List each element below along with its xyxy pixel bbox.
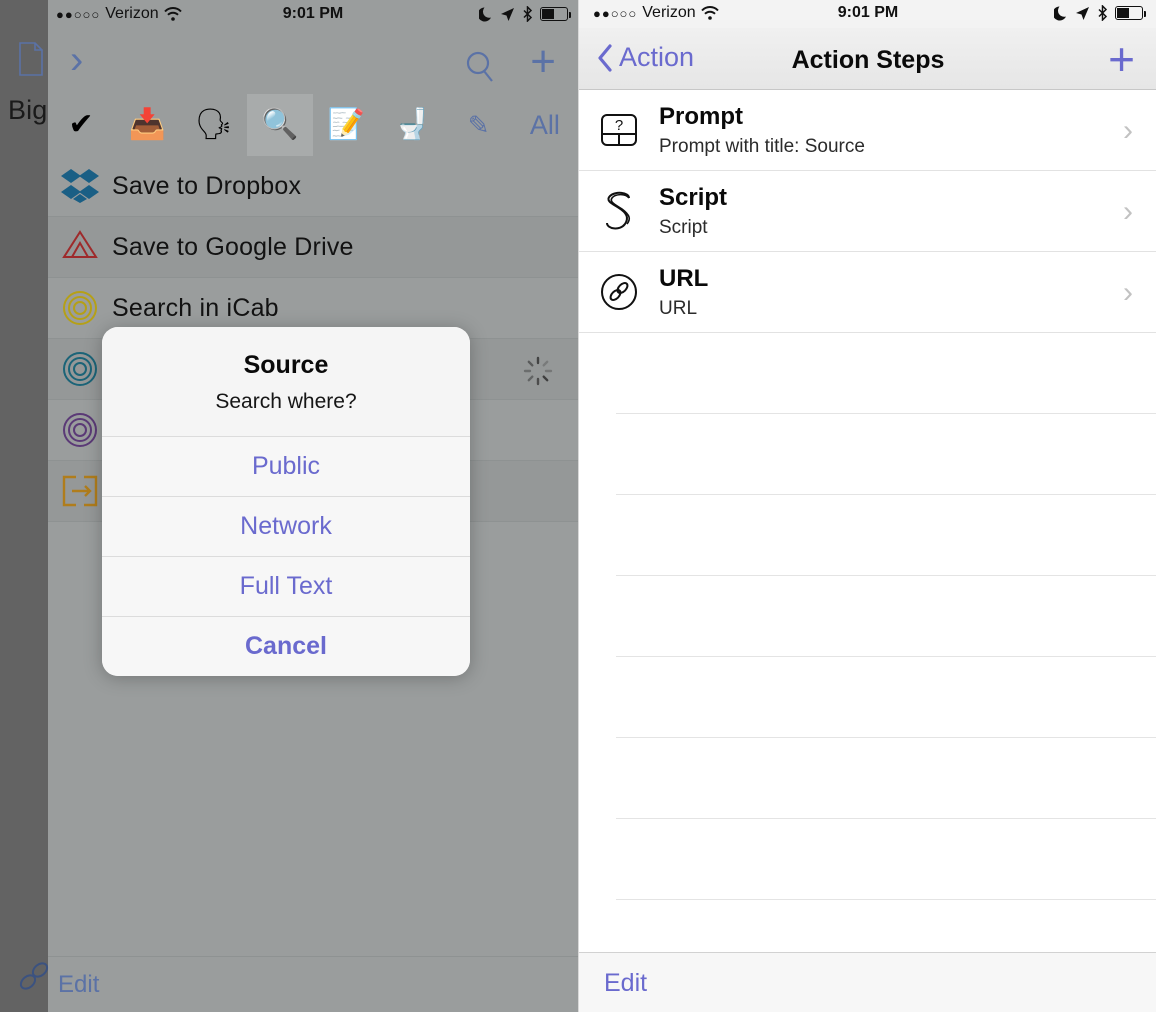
list-item-subtitle: URL	[659, 297, 698, 319]
list-item-title: URL	[659, 264, 709, 292]
source-alert-dialog: Source Search where? Public Network Full…	[102, 327, 470, 676]
list-item-title: Script	[659, 183, 728, 211]
list-item-text: URL URL	[659, 265, 708, 320]
tab-search[interactable]: 🔍	[246, 94, 313, 156]
memo-icon: 📝	[327, 108, 365, 141]
bluetooth-icon	[523, 6, 533, 22]
inbox-tray-icon: 📥	[128, 108, 167, 141]
list-item[interactable]: Script Script ›	[579, 171, 1156, 252]
chevron-right-icon: ›	[1123, 114, 1133, 147]
left-phone-screen: Big ●●○○○ Verizon 9:01 PM › + ✔ 📥 🗣 🔍 📝 …	[0, 0, 578, 1012]
svg-text:?: ?	[615, 117, 623, 134]
action-steps-list: ? Prompt Prompt with title: Source › Scr…	[579, 90, 1156, 981]
alert-button-full-text[interactable]: Full Text	[102, 556, 470, 616]
right-edit-toolbar: Edit	[579, 952, 1156, 1012]
activity-spinner-icon	[523, 356, 553, 386]
tab-speaking-head[interactable]: 🗣	[181, 94, 247, 156]
list-item-text: Prompt Prompt with title: Source	[659, 103, 865, 158]
alert-button-cancel[interactable]: Cancel	[102, 616, 470, 676]
location-arrow-icon	[1076, 6, 1089, 20]
alert-button-public[interactable]: Public	[102, 436, 470, 496]
battery-icon	[1115, 6, 1146, 20]
link-icon	[19, 962, 49, 990]
chevron-right-icon[interactable]: ›	[70, 40, 83, 80]
url-link-icon	[593, 266, 645, 318]
toilet-icon: 🚽	[393, 108, 432, 141]
master-title: Big	[8, 95, 48, 125]
left-status-icons	[479, 6, 571, 22]
empty-row	[616, 657, 1156, 738]
list-item-label: Save to Dropbox	[112, 171, 302, 200]
list-item-title: Prompt	[659, 102, 743, 130]
tab-pencil[interactable]: ✎	[446, 94, 512, 156]
alert-title: Source	[243, 351, 329, 379]
tab-all-label: All	[529, 109, 560, 140]
list-item-subtitle: Script	[659, 216, 708, 238]
edit-button[interactable]: Edit	[604, 969, 647, 998]
chevron-right-icon: ›	[1123, 195, 1133, 228]
left-nav-bar: › +	[48, 28, 578, 94]
list-item-label: Search in iCab	[112, 293, 279, 322]
empty-row	[616, 576, 1156, 657]
plus-icon[interactable]: +	[530, 40, 556, 84]
left-edit-toolbar: Edit	[48, 956, 578, 1012]
pencil-icon: ✎	[467, 110, 490, 140]
list-item-text: Script Script	[659, 184, 727, 239]
empty-row	[616, 414, 1156, 495]
speaking-head-icon: 🗣	[194, 108, 233, 141]
alert-header: Source Search where?	[102, 327, 470, 436]
right-nav-bar: Action Action Steps +	[579, 28, 1156, 90]
edit-button[interactable]: Edit	[58, 971, 99, 999]
battery-icon	[540, 7, 571, 21]
magnifier-icon: 🔍	[261, 108, 299, 141]
page-title: Action Steps	[791, 46, 945, 74]
list-item[interactable]: URL URL ›	[579, 252, 1156, 333]
list-item-subtitle: Prompt with title: Source	[659, 135, 865, 157]
empty-row	[616, 738, 1156, 819]
tab-toilet[interactable]: 🚽	[379, 94, 445, 156]
alert-button-network[interactable]: Network	[102, 496, 470, 556]
list-item[interactable]: ? Prompt Prompt with title: Source ›	[579, 90, 1156, 171]
prompt-icon: ?	[593, 104, 645, 156]
tab-all[interactable]: All	[512, 94, 578, 156]
chevron-right-icon: ›	[1123, 276, 1133, 309]
empty-row	[616, 819, 1156, 900]
google-drive-icon	[48, 230, 112, 264]
left-tab-bar: ✔ 📥 🗣 🔍 📝 🚽 ✎ All	[48, 94, 578, 156]
plus-icon[interactable]: +	[1108, 36, 1135, 82]
location-arrow-icon	[501, 7, 514, 21]
right-status-icons	[1054, 5, 1146, 21]
empty-row	[616, 495, 1156, 576]
document-icon	[19, 42, 43, 76]
tab-inbox[interactable]: 📥	[114, 94, 180, 156]
right-phone-screen: ●●○○○ Verizon 9:01 PM Action Action Step…	[578, 0, 1156, 1012]
target-icon	[48, 290, 112, 326]
empty-row	[616, 333, 1156, 414]
left-status-bar: ●●○○○ Verizon 9:01 PM	[48, 0, 578, 28]
moon-icon	[1054, 6, 1066, 21]
script-icon	[593, 185, 645, 237]
list-item[interactable]: Save to Google Drive	[48, 217, 578, 278]
check-icon: ✔	[68, 108, 94, 141]
dual-screenshot: Big ●●○○○ Verizon 9:01 PM › + ✔ 📥 🗣 🔍 📝 …	[0, 0, 1156, 1012]
right-status-bar: ●●○○○ Verizon 9:01 PM	[579, 0, 1156, 28]
magnifier-icon[interactable]	[464, 50, 498, 84]
dropbox-icon	[48, 169, 112, 203]
bluetooth-icon	[1098, 5, 1108, 21]
list-item[interactable]: Save to Dropbox	[48, 156, 578, 217]
alert-message: Search where?	[215, 390, 357, 413]
list-item-label: Save to Google Drive	[112, 232, 354, 261]
tab-memo[interactable]: 📝	[313, 94, 379, 156]
master-panel-sliver[interactable]: Big	[0, 0, 49, 1012]
moon-icon	[479, 7, 491, 22]
tab-check[interactable]: ✔	[48, 94, 114, 156]
